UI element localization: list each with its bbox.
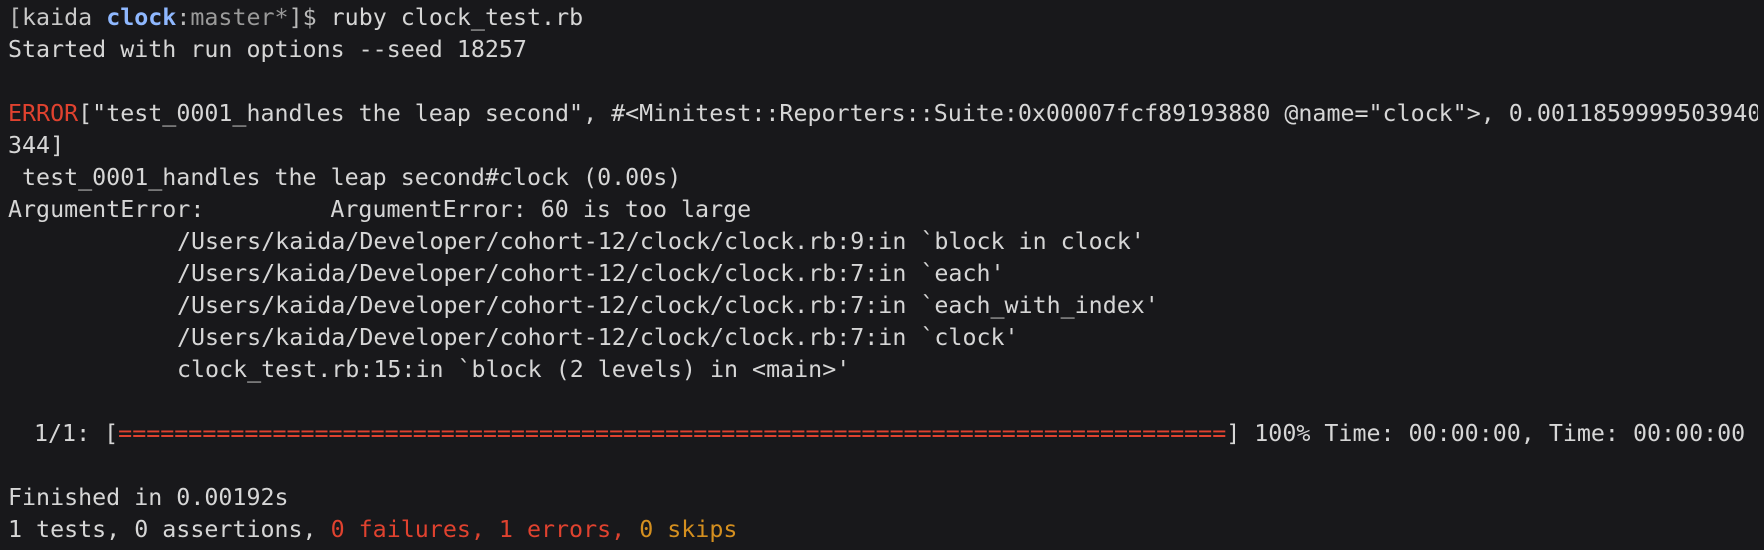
argument-error-label: ArgumentError: bbox=[8, 196, 205, 223]
backtrace-line: /Users/kaida/Developer/cohort-12/clock/c… bbox=[177, 324, 1019, 351]
progress-bar-close: ] bbox=[1226, 420, 1241, 447]
summary-tests-assertions: 1 tests, 0 assertions, bbox=[8, 516, 331, 543]
argument-error-line: ArgumentError: ArgumentError: 60 is too l… bbox=[8, 194, 1758, 226]
summary-failures: 0 failures, bbox=[330, 516, 499, 543]
error-detail: ["test_0001_handles the leap second", #<… bbox=[78, 100, 1758, 127]
prompt-user: kaida bbox=[22, 4, 93, 31]
prompt-command: ruby clock_test.rb bbox=[330, 4, 584, 31]
finished-line: Finished in 0.00192s bbox=[8, 484, 289, 511]
backtrace-line: /Users/kaida/Developer/cohort-12/clock/c… bbox=[177, 228, 1145, 255]
terminal-output: [kaida clock:master*]$ ruby clock_test.r… bbox=[8, 2, 1758, 546]
progress-bar-open: [ bbox=[104, 420, 119, 447]
progress-counter: 1/1: bbox=[34, 420, 105, 447]
prompt-line: [kaida clock:master*]$ ruby clock_test.r… bbox=[8, 2, 1758, 34]
prompt-open-bracket: [ bbox=[8, 4, 23, 31]
backtrace-line: clock_test.rb:15:in `block (2 levels) in… bbox=[177, 356, 851, 383]
prompt-directory: clock bbox=[106, 4, 177, 31]
seed-line: Started with run options --seed 18257 bbox=[8, 36, 527, 63]
summary-errors: 1 errors, bbox=[498, 516, 640, 543]
test-header: test_0001_handles the leap second#clock … bbox=[8, 164, 682, 191]
progress-line: 1/1: [==================================… bbox=[8, 418, 1758, 450]
progress-tail: 100% Time: 00:00:00, Time: 00:00:00 bbox=[1240, 420, 1746, 447]
summary-skips: 0 skips bbox=[639, 516, 738, 543]
argument-error-message: ArgumentError: 60 is too large bbox=[330, 196, 752, 223]
prompt-colon: : bbox=[176, 4, 191, 31]
prompt-close: ]$ bbox=[288, 4, 317, 31]
error-label: ERROR bbox=[8, 100, 79, 127]
terminal-window[interactable]: [kaida clock:master*]$ ruby clock_test.r… bbox=[0, 0, 1764, 550]
prompt-branch: master* bbox=[190, 4, 289, 31]
error-line-wrap: 344] bbox=[8, 132, 65, 159]
backtrace-line: /Users/kaida/Developer/cohort-12/clock/c… bbox=[177, 292, 1159, 319]
summary-line: 1 tests, 0 assertions, 0 failures, 1 err… bbox=[8, 514, 1758, 546]
backtrace-line: /Users/kaida/Developer/cohort-12/clock/c… bbox=[177, 260, 1005, 287]
error-line: ERROR["test_0001_handles the leap second… bbox=[8, 98, 1758, 130]
progress-bar-fill: ========================================… bbox=[118, 420, 1227, 447]
